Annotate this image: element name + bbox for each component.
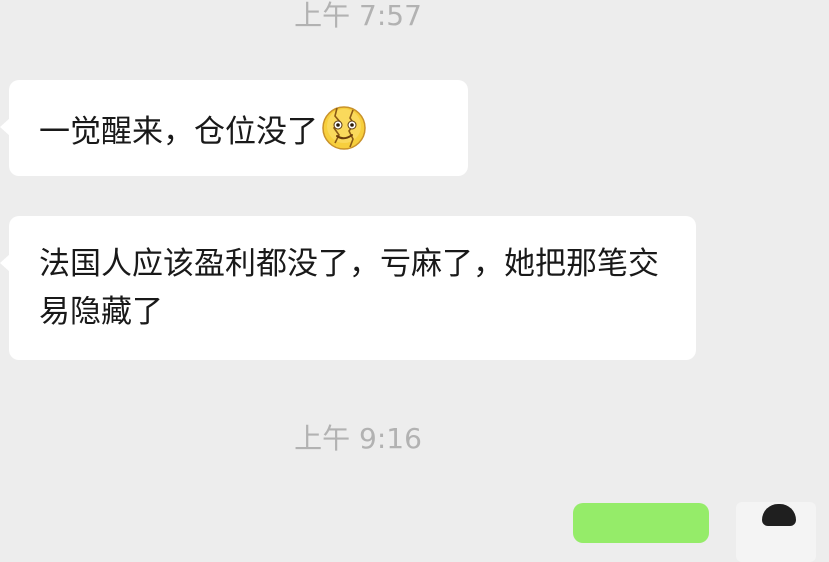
message-text: 一觉醒来，仓位没了 <box>39 114 318 150</box>
avatar-hair <box>762 504 796 526</box>
message-timestamp: 上午 9:16 <box>294 422 422 455</box>
avatar[interactable] <box>736 502 816 562</box>
cracked-face-emoji-icon <box>320 104 368 166</box>
incoming-message-bubble[interactable]: 一觉醒来，仓位没了 <box>0 80 468 176</box>
message-text: 法国人应该盈利都没了，亏麻了，她把那笔交易隐藏了 <box>39 246 659 330</box>
outgoing-message-bubble[interactable] <box>573 503 709 543</box>
message-timestamp: 上午 7:57 <box>294 0 422 32</box>
incoming-message-bubble[interactable]: 法国人应该盈利都没了，亏麻了，她把那笔交易隐藏了 <box>0 216 696 360</box>
